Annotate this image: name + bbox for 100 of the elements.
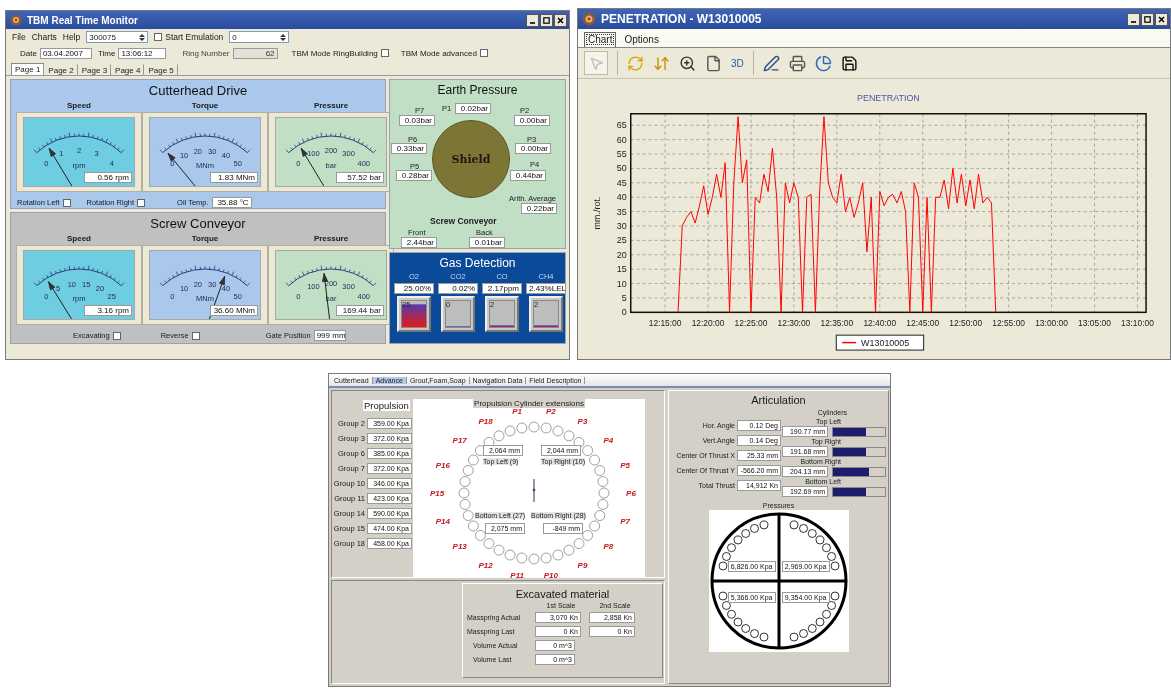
menu-item[interactable]: File	[12, 32, 26, 42]
gauge-title: Speed	[67, 234, 91, 243]
x-tick-label: 13:05:00	[1078, 318, 1111, 329]
gauge-reading: 0.56 rpm	[84, 172, 132, 183]
panel-title: Articulation	[751, 394, 806, 406]
x-tick-label: 13:10:00	[1121, 318, 1154, 329]
readout-field: 0.01bar	[469, 237, 505, 248]
readout-field: 0.44bar	[510, 170, 546, 181]
tab[interactable]: Page 4	[111, 64, 145, 75]
tab[interactable]: Page 2	[44, 64, 78, 75]
y-tick-label: 40	[616, 192, 627, 203]
gauge-reading: 169.44 bar	[336, 305, 384, 316]
readout-field: 35.88 °C	[211, 197, 252, 208]
tab[interactable]: Page 3	[77, 64, 112, 75]
y-tick-label: 50	[616, 163, 627, 174]
window-title: PENETRATION - W13010005	[601, 12, 763, 26]
y-tick-label: 15	[616, 264, 627, 275]
readout-field: 0.22bar	[521, 203, 557, 214]
page-icon[interactable]	[705, 54, 722, 72]
app-logo-icon	[10, 14, 22, 26]
minimize-button[interactable]	[1127, 12, 1140, 26]
readout-field: 0.00bar	[515, 143, 551, 154]
close-button[interactable]	[554, 13, 567, 27]
chart-legend: W13010005	[835, 334, 925, 351]
window-title: TBM Real Time Monitor	[27, 14, 139, 26]
x-tick-label: 12:45:00	[906, 318, 940, 329]
panel-title: Gas Detection	[438, 256, 517, 270]
gauge-reading: 3.16 rpm	[84, 305, 132, 316]
y-axis-label: mm./rot.	[591, 196, 602, 230]
x-tick-label: 12:55:00	[992, 318, 1026, 329]
shield-label: Shield	[451, 152, 491, 166]
checkbox[interactable]	[112, 331, 121, 340]
field-label: Ring Number	[182, 48, 230, 58]
gauge-title: Pressure	[313, 101, 349, 110]
checkbox-label: TBM Mode RingBuilding	[291, 48, 378, 58]
app-logo-icon	[582, 12, 596, 26]
checkbox[interactable]	[154, 33, 163, 41]
cylinder-marker-label: P12	[478, 560, 493, 570]
tab[interactable]: Options	[620, 32, 663, 47]
cylinder-marker-label: P1	[512, 406, 523, 416]
x-tick-label: 12:15:00	[648, 318, 682, 329]
y-tick-label: 45	[616, 177, 627, 188]
gauge-title: Torque	[191, 101, 219, 110]
x-tick-label: 12:20:00	[691, 318, 725, 329]
checkbox[interactable]	[380, 49, 389, 57]
readout-field: 999 mm	[313, 330, 346, 341]
checkbox[interactable]	[479, 49, 488, 57]
save-icon[interactable]	[840, 54, 858, 72]
readout-field: 2.44bar	[401, 237, 437, 248]
gauge-reading: 36.60 MNm	[210, 305, 258, 316]
close-button[interactable]	[1155, 12, 1168, 26]
cylinder-marker-label: P10	[543, 570, 558, 580]
spin-field[interactable]: 0	[229, 31, 290, 43]
readout-field: 0.02%	[438, 283, 478, 294]
checkbox[interactable]	[62, 198, 71, 207]
legend-label: W13010005	[861, 338, 910, 349]
tab[interactable]: Page 5	[144, 64, 178, 75]
cylinder-marker-label: P4	[603, 435, 614, 445]
readout-field: 25.00%	[394, 283, 434, 294]
readout-field: 0.28bar	[396, 170, 432, 181]
spin-arrows-icon[interactable]	[280, 32, 287, 42]
y-tick-label: 10	[616, 278, 627, 289]
readout-field: 2.17ppm	[482, 283, 522, 294]
spin-field[interactable]: 300075	[86, 31, 149, 43]
maximize-button[interactable]	[540, 13, 553, 27]
x-tick-label: 12:50:00	[949, 318, 983, 329]
gauge-title: Torque	[191, 234, 219, 243]
y-tick-label: 20	[616, 249, 627, 260]
pie-chart-icon[interactable]	[814, 54, 832, 72]
tab[interactable]: Page 1	[11, 63, 45, 75]
gauge-title: Speed	[67, 101, 91, 110]
cylinder-marker-label: P3	[577, 416, 588, 426]
y-tick-label: 0	[621, 307, 627, 318]
menu-item[interactable]: Charts	[31, 32, 57, 42]
tab[interactable]: Chart	[584, 32, 617, 47]
checkbox[interactable]	[137, 198, 146, 207]
date-field[interactable]: 03.04.2007	[39, 47, 92, 59]
gauge-reading: 1.83 MNm	[210, 172, 258, 183]
x-tick-label: 12:35:00	[820, 318, 854, 329]
y-tick-label: 55	[616, 149, 627, 159]
checkbox[interactable]	[191, 331, 200, 340]
x-tick-label: 12:30:00	[777, 318, 811, 329]
cylinder-marker-label: P2	[545, 406, 556, 416]
readout-field: 0.02bar	[455, 103, 491, 114]
minimize-button[interactable]	[526, 13, 539, 27]
readout-field: 0.00bar	[514, 115, 550, 126]
time-field[interactable]: 13:06:12	[118, 47, 167, 59]
zoom-in-icon[interactable]	[679, 54, 696, 72]
printer-icon[interactable]	[788, 54, 806, 72]
maximize-icon	[1144, 15, 1151, 23]
cylinder-marker-label: P8	[603, 541, 614, 551]
view-3d-button[interactable]: 3D	[731, 57, 744, 69]
checkbox-label: TBM Mode advanced	[400, 48, 477, 58]
pointer-icon	[588, 55, 604, 71]
spin-arrows-icon[interactable]	[139, 32, 146, 42]
readout-field: 0.03bar	[399, 115, 435, 126]
menu-item[interactable]: Help	[62, 32, 81, 42]
maximize-button[interactable]	[1141, 12, 1154, 26]
x-tick-label: 12:25:00	[734, 318, 768, 329]
pen-icon[interactable]	[762, 54, 780, 72]
